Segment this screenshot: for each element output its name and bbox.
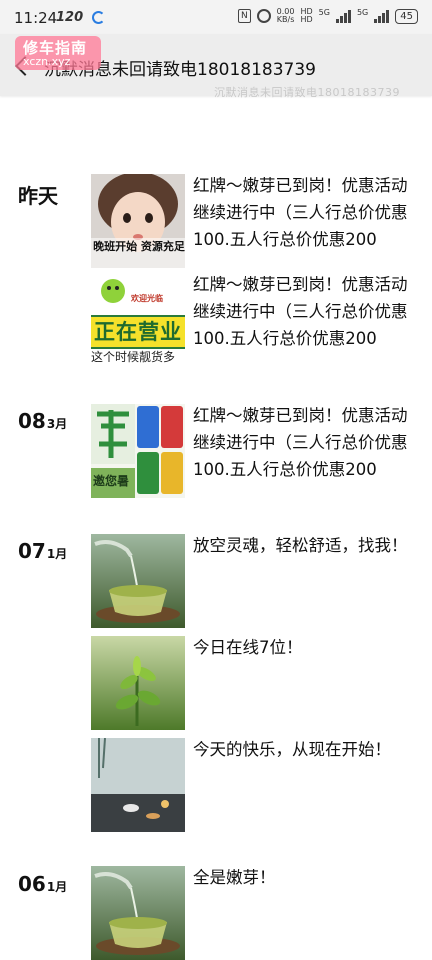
post-text: 红牌～嫩芽已到岗！优惠活动继续进行中（三人行总价优惠100.五人行总价优惠200 xyxy=(193,406,408,479)
net-speed-unit: KB/s xyxy=(276,15,295,24)
post-thumbnail[interactable] xyxy=(91,866,185,960)
thumb-caption: 邀您暑 xyxy=(93,474,130,488)
net-speed: 0.00 KB/s xyxy=(277,8,295,24)
day-label-0803: 083月 xyxy=(18,409,67,433)
post-thumbnail[interactable] xyxy=(91,636,185,730)
day-number: 08 xyxy=(18,409,46,433)
thumb-caption: 正在营业 xyxy=(94,320,182,344)
day-label-0701: 071月 xyxy=(18,539,67,563)
post-thumbnail[interactable]: 欢迎光临 正在营业 这个时候靓货多 xyxy=(91,273,185,367)
watermark-logo: 修车指南 xczn.xyz xyxy=(15,36,101,70)
watermark-url: xczn.xyz xyxy=(23,55,71,68)
day-number: 昨天 xyxy=(18,184,58,208)
battery-icon: 45 xyxy=(395,8,418,24)
signal-1-icon xyxy=(335,9,351,23)
post-thumbnail[interactable]: 晚班开始 资源充足 xyxy=(91,174,185,268)
header-signature-ghost: 沉默消息未回请致电18018183739 xyxy=(214,86,400,99)
speed-badge: 120 xyxy=(56,10,84,25)
signal-2-label: 5G xyxy=(356,8,369,17)
sync-icon xyxy=(92,11,105,24)
hd-label-2: HD xyxy=(300,15,313,24)
day-label-yesterday: 昨天 xyxy=(18,180,58,209)
day-number: 06 xyxy=(18,872,46,896)
day-month: 1月 xyxy=(46,880,68,894)
signal-2-icon xyxy=(374,9,390,23)
post-text: 全是嫩芽！ xyxy=(193,868,276,887)
post-text: 今日在线7位！ xyxy=(193,638,303,657)
thumb-sub-caption: 这个时候靓货多 xyxy=(91,350,176,364)
alarm-icon xyxy=(256,9,271,23)
status-time: 11:24 xyxy=(14,9,58,27)
thumb-caption: 晚班开始 资源充足 xyxy=(93,240,185,253)
status-icons: N 0.00 KB/s HD HD 5G 5G 45 xyxy=(237,8,418,24)
post-thumbnail[interactable]: 邀您暑 xyxy=(91,404,185,498)
day-label-0601: 061月 xyxy=(18,872,67,896)
nfc-icon: N xyxy=(237,9,251,23)
post-text: 今天的快乐，从现在开始！ xyxy=(193,740,391,759)
post-text: 红牌～嫩芽已到岗！优惠活动继续进行中（三人行总价优惠100.五人行总价优惠200 xyxy=(193,176,408,249)
post-thumbnail[interactable] xyxy=(91,534,185,628)
hd-icon: HD HD xyxy=(300,8,312,24)
day-number: 07 xyxy=(18,539,46,563)
day-month: 1月 xyxy=(46,547,68,561)
post-text: 放空灵魂，轻松舒适，找我！ xyxy=(193,536,408,555)
signal-1-label: 5G xyxy=(318,8,330,17)
status-bar: 11:24 120 N 0.00 KB/s HD HD 5G 5G 45 xyxy=(0,0,432,34)
post-thumbnail[interactable] xyxy=(91,738,185,832)
day-month: 3月 xyxy=(46,417,68,431)
thumb-top-caption: 欢迎光临 xyxy=(131,294,163,303)
post-text: 红牌～嫩芽已到岗！优惠活动继续进行中（三人行总价优惠100.五人行总价优惠200 xyxy=(193,275,408,348)
